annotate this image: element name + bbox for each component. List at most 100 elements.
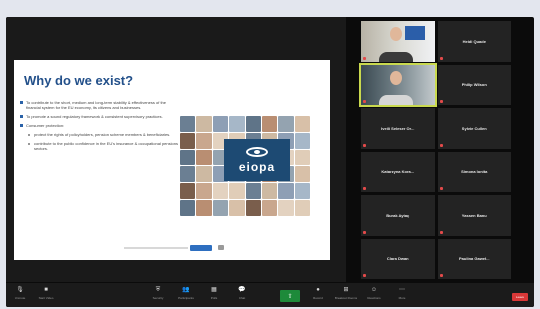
person-face — [390, 27, 402, 41]
breakout-rooms-button[interactable]: ⊞ Breakout Rooms — [334, 284, 358, 306]
chat-label: Chat — [238, 296, 246, 300]
muted-mic-icon — [439, 56, 443, 60]
breakout-rooms-icon: ⊞ — [343, 287, 349, 293]
leave-label: Leave — [515, 295, 525, 299]
leave-button[interactable]: Leave — [512, 293, 528, 301]
record-button[interactable]: ● Record — [306, 284, 330, 306]
photo-portrait — [212, 200, 229, 216]
participants-icon: 👥 — [182, 287, 190, 293]
participant-tile[interactable]: Katarzyna Kora... — [361, 151, 435, 192]
photo-portrait — [180, 183, 196, 200]
participant-name: Heidi Quade — [462, 38, 486, 44]
slide-footer-line — [124, 247, 188, 249]
participant-name: Yassen Banu — [461, 212, 487, 218]
record-icon: ● — [316, 287, 320, 293]
muted-mic-icon — [363, 143, 366, 147]
person-body — [379, 95, 413, 105]
eye-logo-icon — [246, 146, 268, 157]
slide-bullet: To contribute to the short, medium and l… — [20, 100, 180, 110]
photo-portrait — [196, 166, 212, 183]
unmute-icon: 🎙 — [16, 287, 24, 293]
participant-tile[interactable] — [361, 21, 435, 62]
participants-button[interactable]: 👥 Participants — [174, 284, 198, 306]
photo-portrait — [180, 166, 196, 183]
zoom-window: Why do we exist? To contribute to the sh… — [6, 17, 534, 307]
photo-portrait — [245, 183, 261, 200]
muted-mic-icon — [363, 274, 366, 277]
muted-mic-icon — [363, 187, 366, 190]
unmute-button[interactable]: 🎙 Unmute — [8, 284, 32, 306]
polls-icon: ▦ — [211, 287, 217, 293]
photo-portrait — [212, 116, 229, 132]
start-video-label: Start Video — [38, 296, 54, 300]
photo-portrait — [261, 183, 278, 200]
person-body — [379, 51, 413, 62]
photo-portrait — [294, 166, 310, 183]
participant-name: Iveili Seleser Or... — [381, 125, 415, 131]
participant-tile[interactable]: Sylvie Cullen — [437, 108, 511, 149]
slide-title: Why do we exist? — [24, 73, 134, 88]
photo-portrait — [196, 132, 212, 149]
eiopa-logo: eiopa — [224, 139, 290, 181]
more-button[interactable]: ⋯ More — [390, 284, 414, 306]
security-button[interactable]: ⛨ Security — [146, 284, 170, 306]
participant-video — [361, 64, 435, 105]
breakout-rooms-label: Breakout Rooms — [334, 296, 358, 300]
photo-portrait — [196, 116, 212, 132]
participant-tile[interactable]: Heidi Quade — [437, 21, 511, 62]
slide-sub-bullet: protect the rights of policyholders, pen… — [20, 132, 180, 137]
photo-portrait — [180, 116, 196, 132]
person-face — [390, 70, 402, 85]
slide-footer-badge — [190, 245, 212, 251]
photo-portrait — [196, 149, 212, 166]
photo-portrait — [245, 200, 261, 216]
shared-screen-area: Why do we exist? To contribute to the sh… — [6, 17, 346, 282]
presentation-slide: Why do we exist? To contribute to the sh… — [14, 60, 330, 260]
participant-name: Paulina Gaweł... — [459, 256, 490, 262]
photo-portrait — [229, 183, 245, 200]
participant-tile[interactable]: Iveili Seleser Or... — [361, 108, 435, 149]
start-video-button[interactable]: ■ Start Video — [34, 284, 58, 306]
muted-mic-icon — [439, 143, 443, 147]
chat-icon: 💬 — [238, 287, 246, 293]
more-icon: ⋯ — [399, 287, 405, 293]
participant-tile[interactable]: Burak Aytaç — [361, 195, 435, 236]
photo-portrait — [294, 116, 310, 132]
slide-bullet: Consumer protection: — [20, 123, 180, 128]
photo-portrait — [278, 200, 294, 216]
slide-page-number — [218, 245, 224, 250]
participant-name: Katarzyna Kora... — [381, 169, 415, 175]
muted-mic-icon — [439, 230, 443, 234]
participant-tile[interactable]: Clara Dwan — [361, 238, 435, 279]
polls-button[interactable]: ▦ Polls — [202, 284, 226, 306]
photo-portrait — [180, 200, 196, 216]
polls-label: Polls — [210, 296, 218, 300]
photo-portrait — [196, 183, 212, 200]
participant-tile[interactable] — [359, 62, 437, 107]
photo-portrait — [294, 149, 310, 166]
muted-mic-icon — [363, 56, 366, 60]
record-label: Record — [313, 296, 323, 300]
slide-bullet: To promote a sound regulatory framework … — [20, 114, 180, 119]
photo-portrait — [261, 200, 278, 216]
slide-sub-bullet: contribute to the public confidence in t… — [20, 141, 180, 151]
security-icon: ⛨ — [155, 287, 161, 293]
reactions-button[interactable]: ☺ Reactions — [362, 284, 386, 306]
participant-tile[interactable]: Philip Wilson — [437, 64, 511, 105]
participant-name: Philip Wilson — [461, 82, 487, 88]
share-screen-button[interactable]: ⇧ — [280, 290, 300, 302]
photo-portrait — [294, 132, 310, 149]
photo-portrait — [261, 116, 278, 132]
photo-portrait — [294, 183, 310, 200]
participant-tile[interactable]: Simona Ionita — [437, 151, 511, 192]
participant-tile[interactable]: Yassen Banu — [437, 195, 511, 236]
slide-bullet-list: To contribute to the short, medium and l… — [20, 100, 180, 155]
photo-portrait — [278, 183, 294, 200]
participant-name: Burak Aytaç — [386, 212, 410, 218]
participant-tile[interactable]: Paulina Gaweł... — [437, 238, 511, 279]
photo-portrait — [196, 200, 212, 216]
participant-name: Simona Ionita — [461, 169, 488, 175]
muted-mic-icon — [363, 230, 366, 234]
chat-button[interactable]: 💬 Chat — [230, 284, 254, 306]
more-label: More — [398, 296, 406, 300]
